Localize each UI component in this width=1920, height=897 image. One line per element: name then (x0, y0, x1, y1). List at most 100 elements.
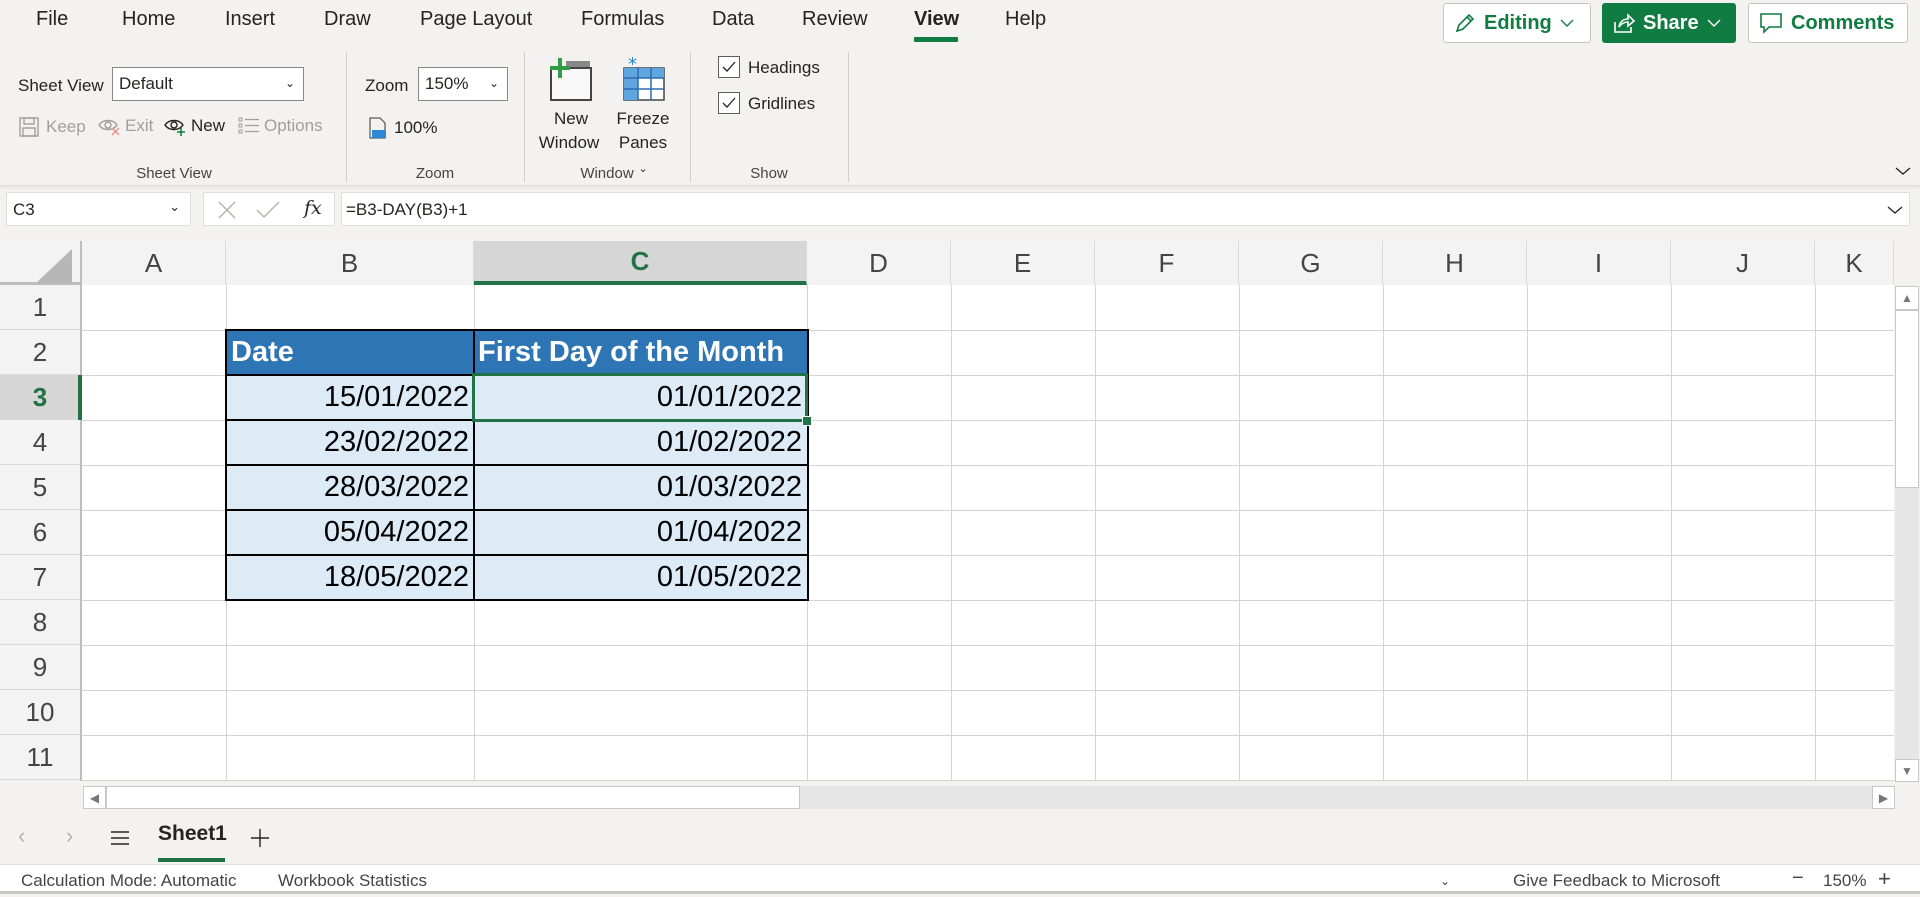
insert-function-icon[interactable]: fx (304, 197, 322, 219)
give-feedback-link[interactable]: Give Feedback to Microsoft (1513, 871, 1720, 891)
select-all-corner[interactable] (0, 241, 82, 285)
column-header-j[interactable]: J (1671, 241, 1815, 285)
column-header-i[interactable]: I (1527, 241, 1671, 285)
row-header-2[interactable]: 2 (0, 330, 80, 375)
chevron-down-icon: ⌄ (488, 76, 499, 90)
new-window-icon (550, 58, 592, 101)
row-header-11[interactable]: 11 (0, 735, 80, 780)
tab-view[interactable]: View (914, 8, 959, 31)
name-box[interactable]: C3 ⌄ (6, 192, 191, 226)
tab-draw[interactable]: Draw (324, 8, 371, 31)
column-header-e[interactable]: E (951, 241, 1095, 285)
scroll-down-button[interactable]: ▼ (1895, 759, 1919, 782)
zoom-out-icon[interactable]: − (1792, 867, 1804, 890)
row-header-8[interactable]: 8 (0, 600, 80, 645)
table-header-first-day[interactable]: First Day of the Month (474, 330, 807, 375)
row-header-10[interactable]: 10 (0, 690, 80, 735)
row-header-5[interactable]: 5 (0, 465, 80, 510)
column-header-d[interactable]: D (807, 241, 951, 285)
column-header-h[interactable]: H (1383, 241, 1527, 285)
arrow-right-icon: ▶ (1878, 790, 1889, 805)
tab-review[interactable]: Review (802, 8, 868, 31)
gridlines-checkbox[interactable] (718, 92, 740, 114)
first-day-cell[interactable]: 01/02/2022 (474, 420, 807, 465)
chevron-down-icon: ⌄ (169, 199, 180, 214)
checkmark-icon (722, 97, 736, 108)
first-day-cell[interactable]: 01/01/2022 (474, 375, 807, 420)
tab-page-layout[interactable]: Page Layout (420, 8, 532, 31)
vertical-scrollbar[interactable]: ▲ ▼ (1895, 286, 1919, 782)
freeze-panes-button[interactable]: * Freeze Panes ⌄ (612, 54, 674, 181)
group-label-window: Window (580, 165, 634, 182)
first-day-cell[interactable]: 01/04/2022 (474, 510, 807, 555)
zoom-100-icon (369, 117, 386, 139)
first-day-cell[interactable]: 01/03/2022 (474, 465, 807, 510)
tab-help[interactable]: Help (1005, 8, 1046, 31)
tab-data[interactable]: Data (712, 8, 754, 31)
row-header-1[interactable]: 1 (0, 285, 80, 330)
zoom-100-button[interactable]: 100% (368, 116, 437, 140)
date-cell[interactable]: 05/04/2022 (227, 510, 474, 555)
comment-icon (1760, 13, 1782, 34)
first-day-cell[interactable]: 01/05/2022 (474, 555, 807, 600)
row-header-3[interactable]: 3 (0, 375, 80, 420)
cancel-icon[interactable] (218, 201, 236, 219)
group-separator (346, 52, 347, 182)
prev-sheet-icon[interactable]: ‹ (18, 823, 25, 849)
calculation-mode[interactable]: Calculation Mode: Automatic (21, 871, 236, 891)
fill-handle[interactable] (802, 416, 812, 426)
column-header-c[interactable]: C (474, 241, 807, 285)
all-sheets-menu-icon[interactable] (110, 830, 130, 846)
table-header-date[interactable]: Date (227, 330, 474, 375)
row-header-7[interactable]: 7 (0, 555, 80, 600)
zoom-select[interactable]: 150% ⌄ (418, 67, 508, 101)
column-header-b[interactable]: B (226, 241, 474, 285)
sheet-view-select[interactable]: Default ⌄ (112, 67, 304, 101)
ribbon-collapse-icon[interactable] (1895, 166, 1911, 176)
sheet-tab-sheet1[interactable]: Sheet1 (158, 822, 227, 846)
enter-icon[interactable] (256, 201, 280, 219)
row-header-4[interactable]: 4 (0, 420, 80, 465)
horizontal-scrollbar[interactable]: ◀ ▶ (83, 786, 1895, 809)
scroll-left-button[interactable]: ◀ (83, 786, 106, 809)
share-button[interactable]: Share (1602, 3, 1736, 43)
date-cell[interactable]: 28/03/2022 (227, 465, 474, 510)
chevron-down-icon[interactable]: ⌄ (1440, 874, 1450, 888)
date-cell[interactable]: 15/01/2022 (227, 375, 474, 420)
next-sheet-icon[interactable]: › (66, 823, 73, 849)
workbook-statistics[interactable]: Workbook Statistics (278, 871, 427, 891)
arrow-left-icon: ◀ (89, 790, 100, 805)
row-header-9[interactable]: 9 (0, 645, 80, 690)
status-bar: Calculation Mode: Automatic Workbook Sta… (0, 864, 1920, 894)
exit-button[interactable]: Exit (97, 116, 153, 136)
row-header-6[interactable]: 6 (0, 510, 80, 555)
options-button[interactable]: Options (238, 116, 323, 136)
column-header-a[interactable]: A (82, 241, 226, 285)
zoom-value: 150% (425, 74, 469, 93)
new-sheet-view-button[interactable]: New (163, 116, 225, 136)
sheet-view-value: Default (119, 74, 173, 93)
column-header-f[interactable]: F (1095, 241, 1239, 285)
zoom-in-icon[interactable]: + (1878, 866, 1891, 892)
date-cell[interactable]: 23/02/2022 (227, 420, 474, 465)
tab-formulas[interactable]: Formulas (581, 8, 664, 31)
scroll-up-button[interactable]: ▲ (1895, 286, 1919, 310)
keep-button[interactable]: Keep (18, 116, 86, 138)
comments-button[interactable]: Comments (1748, 3, 1908, 43)
column-header-k[interactable]: K (1815, 241, 1894, 285)
horizontal-scroll-thumb[interactable] (106, 786, 800, 809)
scroll-right-button[interactable]: ▶ (1872, 786, 1895, 809)
new-window-button[interactable]: New Window (539, 56, 602, 155)
tab-file[interactable]: File (36, 8, 68, 31)
tab-home[interactable]: Home (122, 8, 175, 31)
editing-button[interactable]: Editing (1443, 3, 1591, 43)
add-sheet-icon[interactable] (250, 828, 270, 848)
column-header-g[interactable]: G (1239, 241, 1383, 285)
date-cell[interactable]: 18/05/2022 (227, 555, 474, 600)
vertical-scroll-thumb[interactable] (1895, 310, 1919, 488)
zoom-level[interactable]: 150% (1823, 871, 1866, 891)
formula-input[interactable]: =B3-DAY(B3)+1 (341, 192, 1910, 226)
expand-formula-icon[interactable] (1887, 205, 1903, 215)
headings-checkbox[interactable] (718, 56, 740, 78)
tab-insert[interactable]: Insert (225, 8, 275, 31)
